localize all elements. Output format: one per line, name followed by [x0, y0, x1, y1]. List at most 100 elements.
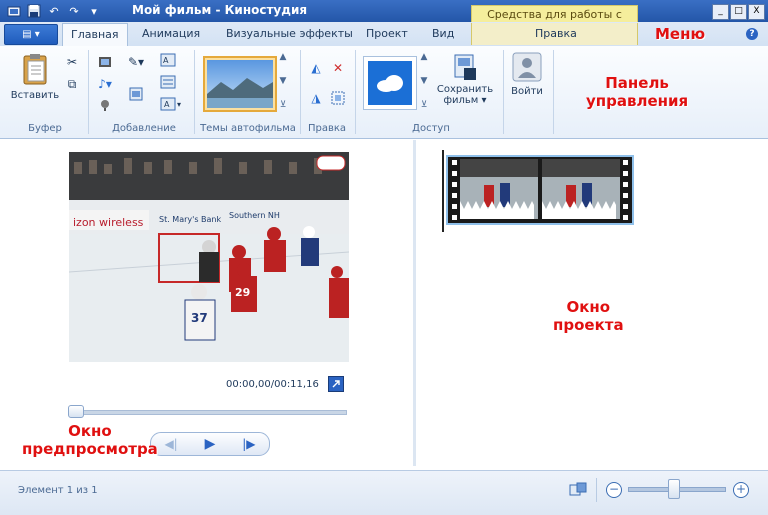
gallery-down-icon[interactable]: ▼: [421, 76, 428, 86]
menu-annotation: Меню: [655, 25, 706, 43]
video-clip-thumbnail[interactable]: [446, 155, 634, 225]
app-icon: [6, 3, 22, 19]
playback-controls: ◀| ▶ |▶: [150, 432, 270, 456]
svg-text:▾: ▾: [177, 100, 181, 109]
rotate-left-icon[interactable]: ◭: [308, 60, 324, 76]
theme-gallery-scroll[interactable]: ▲ ▼ ⊻: [277, 52, 289, 110]
onedrive-share-button[interactable]: [363, 56, 417, 110]
previous-frame-icon[interactable]: ◀|: [164, 437, 177, 451]
tab-edit[interactable]: Правка: [527, 23, 585, 45]
copy-icon[interactable]: ⧉: [64, 76, 80, 92]
separator: [300, 50, 301, 134]
playback-time: 00:00,00/00:11,16: [226, 379, 319, 390]
paste-button[interactable]: Вставить: [10, 52, 60, 101]
gallery-up-icon[interactable]: ▲: [421, 52, 428, 62]
preview-window-annotation-line2: предпросмотра: [22, 440, 158, 458]
video-tools-context-label: Средства для работы с видео: [471, 5, 638, 38]
cut-icon[interactable]: ✂: [64, 54, 80, 70]
window-controls: _ □ X: [712, 4, 765, 20]
sign-in-button[interactable]: Войти: [506, 52, 548, 97]
status-bar: [0, 470, 768, 515]
separator: [194, 50, 195, 134]
tab-animation[interactable]: Анимация: [134, 23, 208, 45]
rotate-right-icon[interactable]: ◮: [308, 90, 324, 106]
gallery-more-icon[interactable]: ⊻: [421, 100, 428, 110]
redo-icon[interactable]: ↷: [66, 3, 82, 19]
minimize-button[interactable]: _: [712, 4, 729, 20]
timeline-cursor[interactable]: [442, 150, 444, 232]
add-narration-icon[interactable]: [97, 97, 113, 113]
separator: [355, 50, 356, 134]
tab-home[interactable]: Главная: [62, 23, 128, 46]
video-frame-image: izon wireless St. Mary's Bank Southern N…: [69, 152, 349, 362]
next-frame-icon[interactable]: |▶: [242, 437, 255, 451]
maximize-button[interactable]: □: [730, 4, 747, 20]
group-label-add: Добавление: [112, 123, 176, 134]
svg-text:St. Mary's Bank: St. Mary's Bank: [159, 215, 222, 224]
control-panel-annotation-line1: Панель: [605, 74, 669, 92]
zoom-out-icon[interactable]: −: [606, 482, 622, 498]
sign-in-label: Войти: [511, 86, 543, 97]
separator: [88, 50, 89, 134]
paste-icon: [23, 54, 47, 85]
add-text-menu-icon[interactable]: A ▾: [160, 96, 186, 112]
svg-text:izon wireless: izon wireless: [73, 216, 144, 229]
save-movie-label: Сохранить фильм ▾: [436, 84, 494, 106]
svg-text:A: A: [164, 100, 170, 109]
thumbnail-size-icon[interactable]: [569, 482, 587, 498]
save-movie-button[interactable]: Сохранить фильм ▾: [432, 52, 498, 106]
seek-bar-track[interactable]: [70, 410, 347, 415]
save-icon[interactable]: [26, 3, 42, 19]
separator: [596, 478, 597, 502]
close-button[interactable]: X: [748, 4, 765, 20]
zoom-in-icon[interactable]: +: [733, 482, 749, 498]
add-credits-icon[interactable]: [160, 74, 176, 90]
undo-icon[interactable]: ↶: [46, 3, 62, 19]
paste-label: Вставить: [10, 90, 60, 101]
project-window-annotation-line1: Окно: [566, 298, 611, 316]
onedrive-icon: [368, 61, 412, 105]
gallery-more-icon[interactable]: ⊻: [280, 100, 287, 110]
tab-visual-effects[interactable]: Визуальные эффекты: [218, 23, 361, 45]
gallery-up-icon[interactable]: ▲: [280, 52, 287, 62]
automovie-theme-thumbnail[interactable]: [203, 56, 277, 112]
element-count: Элемент 1 из 1: [18, 485, 98, 496]
zoom-slider-thumb[interactable]: [667, 479, 680, 499]
remove-icon[interactable]: ✕: [330, 60, 346, 76]
svg-text:29: 29: [235, 286, 250, 299]
snapshot-icon[interactable]: ✎▾: [128, 54, 144, 70]
preview-window-annotation: Окно предпросмотра: [22, 422, 158, 458]
seek-bar-thumb[interactable]: [68, 405, 84, 418]
project-window-annotation-line2: проекта: [553, 316, 624, 334]
separator: [553, 50, 554, 134]
gallery-down-icon[interactable]: ▼: [280, 76, 287, 86]
app-menu-button[interactable]: ▤ ▾: [4, 24, 58, 45]
svg-text:A: A: [163, 56, 169, 65]
control-panel-annotation-line2: управления: [586, 92, 689, 110]
fullscreen-preview-icon[interactable]: [328, 376, 344, 392]
help-icon[interactable]: ?: [746, 28, 758, 40]
add-music-icon[interactable]: ♪▾: [97, 76, 113, 92]
add-caption-icon[interactable]: A: [160, 52, 176, 68]
svg-text:Southern NH: Southern NH: [229, 211, 280, 220]
share-gallery-scroll[interactable]: ▲ ▼ ⊻: [418, 52, 430, 110]
pane-splitter[interactable]: [413, 140, 416, 466]
select-all-icon[interactable]: [330, 90, 346, 106]
add-title-icon[interactable]: [128, 86, 144, 102]
control-panel-annotation: Панель управления: [586, 74, 688, 110]
title-bar: [0, 0, 768, 22]
save-movie-icon: [454, 54, 476, 80]
customize-qat-icon[interactable]: ▾: [86, 3, 102, 19]
tab-view[interactable]: Вид: [424, 23, 462, 45]
quick-access-toolbar: ↶ ↷ ▾: [6, 3, 102, 19]
group-label-share: Доступ: [412, 123, 450, 134]
video-preview[interactable]: izon wireless St. Mary's Bank Southern N…: [69, 152, 349, 362]
clip-filmstrip-image: [448, 157, 632, 223]
tab-project[interactable]: Проект: [358, 23, 416, 45]
add-video-icon[interactable]: [97, 54, 113, 70]
group-label-edit: Правка: [307, 123, 347, 134]
play-icon[interactable]: ▶: [205, 436, 216, 452]
project-window-annotation: Окно проекта: [553, 298, 624, 334]
separator: [503, 50, 504, 134]
user-icon: [512, 52, 542, 82]
